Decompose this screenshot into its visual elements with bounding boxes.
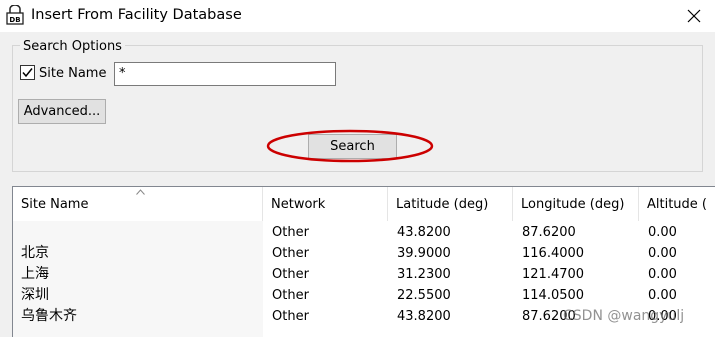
cell-network: Other	[272, 267, 309, 282]
cell-longitude: 87.6200	[522, 225, 576, 240]
cell-latitude: 22.5500	[397, 288, 451, 303]
cell-network: Other	[272, 225, 309, 240]
cell-altitude: 0.00	[648, 267, 677, 282]
column-header-latitude[interactable]: Latitude (deg)	[388, 187, 513, 221]
column-header-label: Longitude (deg)	[521, 197, 625, 212]
svg-text:DB: DB	[9, 16, 20, 24]
table-row[interactable]: Other 43.8200 87.6200 0.00	[13, 222, 715, 243]
cell-altitude: 0.00	[648, 225, 677, 240]
cell-network: Other	[272, 246, 309, 261]
table-row[interactable]: 深圳 Other 22.5500 114.0500 0.00	[13, 285, 715, 306]
cell-altitude: 0.00	[648, 246, 677, 261]
cell-altitude: 0.00	[648, 288, 677, 303]
checkmark-icon	[22, 68, 33, 78]
cell-site-name: 北京	[21, 245, 49, 261]
column-header-altitude[interactable]: Altitude (	[639, 187, 715, 221]
close-icon	[687, 9, 701, 23]
site-name-label[interactable]: Site Name	[39, 66, 106, 81]
column-header-label: Latitude (deg)	[396, 197, 489, 212]
watermark: CSDN @wangyulj	[563, 308, 685, 324]
site-name-checkbox[interactable]	[20, 65, 35, 80]
search-options-label: Search Options	[20, 39, 125, 54]
window-title: Insert From Facility Database	[31, 7, 242, 23]
cell-site-name: 深圳	[21, 287, 49, 303]
cell-site-name	[13, 222, 263, 243]
cell-longitude: 121.4700	[522, 267, 585, 282]
cell-latitude: 43.8200	[397, 225, 451, 240]
cell-latitude: 39.9000	[397, 246, 451, 261]
cell-latitude: 31.2300	[397, 267, 451, 282]
cell-longitude: 116.4000	[522, 246, 585, 261]
column-header-network[interactable]: Network	[263, 187, 388, 221]
sort-ascending-icon	[136, 189, 145, 195]
cell-site-name: 乌鲁木齐	[21, 308, 77, 324]
title-bar: DB Insert From Facility Database	[0, 0, 715, 32]
cell-network: Other	[272, 288, 309, 303]
database-app-icon: DB	[6, 5, 24, 25]
column-header-row: Site Name Network Latitude (deg) Longitu…	[13, 187, 715, 221]
search-button[interactable]: Search	[308, 134, 397, 159]
cell-longitude: 114.0500	[522, 288, 585, 303]
table-row[interactable]: 上海 Other 31.2300 121.4700 0.00	[13, 264, 715, 285]
cell-network: Other	[272, 309, 309, 324]
cell-latitude: 43.8200	[397, 309, 451, 324]
column-header-label: Network	[271, 197, 326, 212]
table-row[interactable]: 北京 Other 39.9000 116.4000 0.00	[13, 243, 715, 264]
cell-site-name: 上海	[21, 266, 49, 282]
advanced-button[interactable]: Advanced...	[18, 99, 106, 124]
column-header-label: Site Name	[21, 197, 89, 212]
column-header-longitude[interactable]: Longitude (deg)	[513, 187, 639, 221]
column-header-label: Altitude (	[647, 197, 708, 212]
close-button[interactable]	[682, 4, 706, 28]
site-name-input[interactable]: *	[114, 62, 336, 86]
